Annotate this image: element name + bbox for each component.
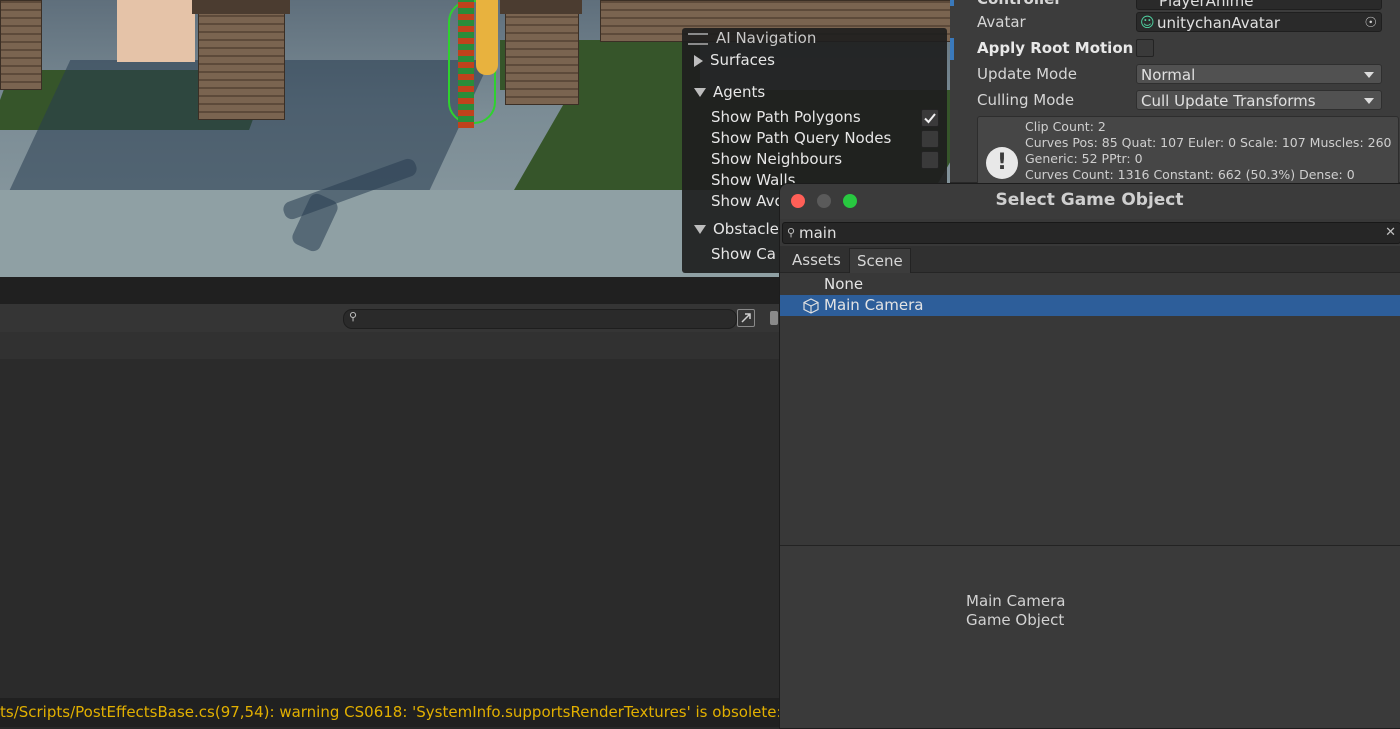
hut-roof — [192, 0, 290, 14]
agent-option-label: Show Path Query Nodes — [711, 129, 892, 147]
preview-object-name: Main Camera — [966, 592, 1066, 610]
picker-tab-bar: Assets Scene — [780, 246, 1400, 273]
list-item-label: Main Camera — [824, 296, 924, 314]
clip-info-box: ! Clip Count: 2 Curves Pos: 85 Quat: 107… — [977, 116, 1399, 188]
show-neighbours-checkbox[interactable] — [921, 151, 939, 169]
warning-icon: ! — [986, 147, 1018, 179]
console-log-area[interactable] — [0, 332, 780, 698]
info-line: Clip Count: 2 — [1025, 119, 1106, 134]
info-line: Curves Count: 1316 Constant: 662 (50.3%)… — [1025, 167, 1355, 182]
tab-scene[interactable]: Scene — [849, 248, 911, 273]
obstacles-label: Obstacle — [713, 220, 779, 238]
character-hair — [476, 0, 498, 75]
avatar-field[interactable]: ☺ unitychanAvatar ☉ — [1136, 12, 1382, 32]
game-object-cube-icon — [803, 298, 819, 314]
dropdown-arrow-icon — [1364, 98, 1374, 104]
avatar-icon: ☺ — [1140, 15, 1155, 31]
info-line: Generic: 52 PPtr: 0 — [1025, 151, 1143, 166]
console-tab-bar — [0, 277, 780, 304]
update-mode-dropdown[interactable]: Normal — [1136, 64, 1382, 84]
list-item-label: None — [824, 275, 864, 293]
tab-assets[interactable]: Assets — [785, 248, 848, 272]
preview-object-type: Game Object — [966, 611, 1065, 629]
surfaces-foldout[interactable]: Surfaces — [694, 49, 775, 71]
list-item-none[interactable]: None — [780, 274, 1400, 295]
inspector-panel: Controller PlayerAnime Avatar ☺ unitycha… — [950, 0, 1400, 188]
agent-option-row[interactable]: Show Path Polygons — [711, 107, 861, 127]
picker-search-input[interactable]: ⚲ main ✕ — [782, 222, 1400, 244]
console-search-input[interactable]: ⚲ — [343, 309, 737, 329]
culling-mode-label: Culling Mode — [977, 91, 1075, 109]
dropdown-arrow-icon — [1364, 72, 1374, 78]
plaster-wall — [117, 0, 195, 62]
drag-handle-icon[interactable] — [688, 32, 708, 45]
select-game-object-window[interactable]: Select Game Object ⚲ main ✕ Assets Scene… — [779, 183, 1400, 729]
unitychan-character[interactable] — [440, 0, 500, 130]
show-path-query-nodes-checkbox[interactable] — [921, 130, 939, 148]
agent-option-label: Show Neighbours — [711, 150, 843, 168]
avatar-value: unitychanAvatar — [1157, 14, 1281, 32]
overlay-title-text: AI Navigation — [716, 29, 817, 47]
show-path-polygons-checkbox[interactable] — [921, 109, 939, 127]
window-title-bar[interactable]: Select Game Object — [780, 184, 1400, 219]
culling-mode-dropdown[interactable]: Cull Update Transforms — [1136, 90, 1382, 110]
overlay-title[interactable]: AI Navigation — [688, 28, 816, 50]
update-mode-value: Normal — [1141, 66, 1196, 84]
apply-root-motion-label: Apply Root Motion — [977, 39, 1134, 57]
list-item-main-camera[interactable]: Main Camera — [780, 295, 1400, 316]
hut-roof — [500, 0, 582, 14]
agent-option-label: Show Avo — [711, 192, 784, 210]
controller-field[interactable]: PlayerAnime — [1136, 0, 1382, 10]
info-line: Curves Pos: 85 Quat: 107 Euler: 0 Scale:… — [1025, 135, 1392, 150]
wooden-hut — [0, 0, 42, 90]
character-body — [458, 0, 474, 128]
window-title: Select Game Object — [995, 190, 1184, 210]
picker-search-value: main — [799, 224, 837, 242]
culling-mode-value: Cull Update Transforms — [1141, 92, 1316, 110]
modified-indicator — [950, 0, 954, 6]
agent-option-label: Show Path Polygons — [711, 108, 861, 126]
search-icon: ⚲ — [787, 226, 796, 239]
avatar-label: Avatar — [977, 13, 1026, 31]
search-icon: ⚲ — [349, 310, 358, 323]
object-preview-area: Main Camera Game Object — [780, 546, 1400, 728]
object-picker-icon[interactable]: ☉ — [1364, 13, 1377, 33]
agent-option-row[interactable]: Show Avo — [711, 191, 784, 211]
agents-foldout[interactable]: Agents — [694, 81, 765, 103]
checkmark-icon — [924, 113, 936, 124]
update-mode-label: Update Mode — [977, 65, 1077, 83]
clear-search-icon[interactable]: ✕ — [1385, 223, 1396, 243]
obstacles-foldout[interactable]: Obstacle — [694, 218, 779, 240]
console-header-row — [0, 332, 780, 359]
console-menu-icon[interactable] — [770, 311, 778, 325]
maximize-icon[interactable] — [737, 309, 755, 327]
obstacle-option-row[interactable]: Show Ca — [711, 244, 776, 264]
picker-object-list: None Main Camera — [780, 273, 1400, 545]
controller-value: PlayerAnime — [1159, 0, 1254, 10]
controller-label: Controller — [977, 0, 1062, 10]
surfaces-label: Surfaces — [710, 51, 775, 69]
foldout-expanded-icon — [694, 225, 706, 234]
foldout-expanded-icon — [694, 88, 706, 97]
wooden-hut — [505, 8, 579, 105]
obstacle-option-label: Show Ca — [711, 245, 776, 263]
agent-option-row[interactable]: Show Path Query Nodes — [711, 128, 891, 148]
modified-indicator — [950, 38, 954, 60]
foldout-collapsed-icon — [694, 54, 703, 67]
agents-label: Agents — [713, 83, 766, 101]
agent-option-row[interactable]: Show Neighbours — [711, 149, 842, 169]
status-bar-warning[interactable]: ts/Scripts/PostEffectsBase.cs(97,54): wa… — [0, 698, 780, 727]
wooden-hut — [198, 8, 285, 120]
apply-root-motion-checkbox[interactable] — [1136, 39, 1154, 57]
